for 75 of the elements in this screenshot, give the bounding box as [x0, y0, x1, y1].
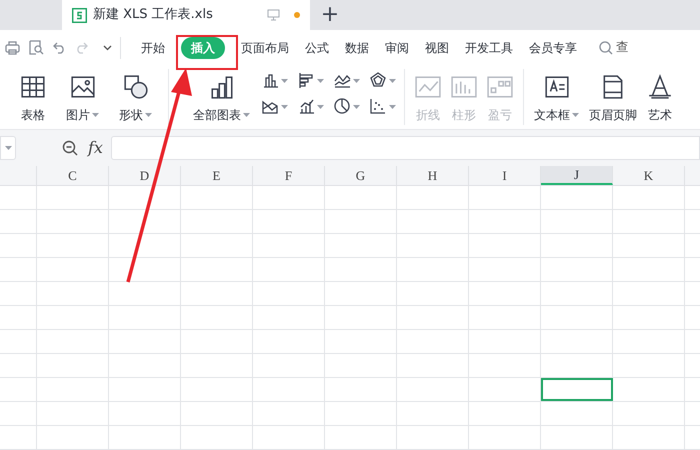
caret-icon — [353, 104, 360, 108]
chart-type-button[interactable] — [262, 72, 288, 89]
more-icon[interactable] — [103, 44, 112, 50]
ribbon-button[interactable]: 图片 — [64, 65, 101, 129]
radar-chart-icon — [370, 72, 387, 89]
tab-title: 新建 XLS 工作表.xls — [93, 6, 213, 24]
caret-icon — [243, 113, 250, 117]
caret-icon — [281, 104, 288, 108]
caret-icon — [389, 78, 396, 82]
undo-icon[interactable] — [53, 42, 66, 54]
ribbon-button[interactable]: 页眉页脚 — [587, 65, 639, 129]
ribbon-button[interactable]: 表格 — [18, 65, 48, 129]
column-header[interactable]: C — [37, 166, 109, 185]
search-label[interactable]: 查 — [616, 38, 629, 57]
chart-type-button[interactable] — [370, 98, 396, 115]
ribbon-button[interactable]: 形状 — [117, 65, 154, 129]
column-header[interactable]: G — [325, 166, 397, 185]
combo-chart-icon — [298, 98, 315, 115]
table-icon — [20, 74, 46, 100]
column-header[interactable]: F — [253, 166, 325, 185]
ribbon-button[interactable]: 文本框 — [532, 65, 581, 129]
menu-tab[interactable]: 审阅 — [385, 36, 409, 58]
ribbon-button[interactable]: 艺术 — [645, 65, 675, 129]
win-loss-chart-icon — [487, 74, 513, 100]
menu-tab[interactable]: 数据 — [345, 36, 369, 58]
pie-chart-icon — [334, 98, 351, 115]
name-box[interactable] — [0, 136, 16, 160]
menu-tab[interactable]: 开发工具 — [465, 36, 513, 58]
new-tab-button[interactable]: + — [310, 0, 350, 30]
line-chart-icon — [415, 74, 441, 100]
column-chart-icon — [451, 74, 477, 100]
area-chart-icon — [262, 98, 279, 115]
menu-tab[interactable]: 公式 — [305, 36, 329, 58]
search-icon[interactable] — [599, 40, 613, 54]
menu-tab[interactable]: 页面布局 — [241, 36, 289, 58]
formula-input[interactable] — [110, 136, 700, 160]
word-art-icon — [647, 74, 673, 100]
caret-icon — [389, 104, 396, 108]
menu-tab[interactable]: 会员专享 — [529, 36, 577, 58]
caret-icon — [317, 78, 324, 82]
picture-icon — [70, 74, 96, 100]
spreadsheet-icon — [72, 8, 87, 22]
text-box-icon — [544, 74, 570, 100]
menu-tab[interactable]: 视图 — [425, 36, 449, 58]
highlight-box — [176, 35, 238, 70]
chart-type-button[interactable] — [334, 98, 360, 115]
chart-type-button[interactable] — [298, 72, 324, 89]
column-header[interactable]: K — [613, 166, 685, 185]
shapes-icon — [122, 74, 148, 100]
column-header[interactable]: D — [109, 166, 181, 185]
scatter-chart-icon — [370, 98, 387, 115]
menu-tab[interactable]: 开始 — [141, 36, 165, 58]
caret-icon — [281, 78, 288, 82]
column-header[interactable]: H — [397, 166, 469, 185]
caret-icon — [5, 146, 12, 150]
column-header[interactable]: E — [181, 166, 253, 185]
bar-chart-icon — [208, 74, 234, 100]
caret-icon — [353, 78, 360, 82]
chart-type-button[interactable] — [370, 72, 396, 89]
caret-icon — [317, 104, 324, 108]
ribbon-button[interactable]: 全部图表 — [191, 65, 252, 129]
print-icon[interactable] — [5, 40, 20, 54]
function-label[interactable]: fx — [88, 136, 103, 160]
horizontal-bar-icon — [298, 72, 315, 89]
chart-type-button[interactable] — [262, 98, 288, 115]
caret-icon — [92, 113, 99, 117]
print-preview-icon[interactable] — [29, 40, 44, 55]
chart-type-button[interactable] — [298, 98, 324, 115]
document-tab[interactable]: 新建 XLS 工作表.xls — [62, 0, 310, 30]
column-header[interactable]: J — [541, 166, 613, 185]
zoom-icon[interactable] — [62, 140, 78, 156]
caret-icon — [572, 113, 579, 117]
active-cell[interactable] — [541, 378, 613, 401]
caret-icon — [145, 113, 152, 117]
column-chart-icon — [262, 72, 279, 89]
